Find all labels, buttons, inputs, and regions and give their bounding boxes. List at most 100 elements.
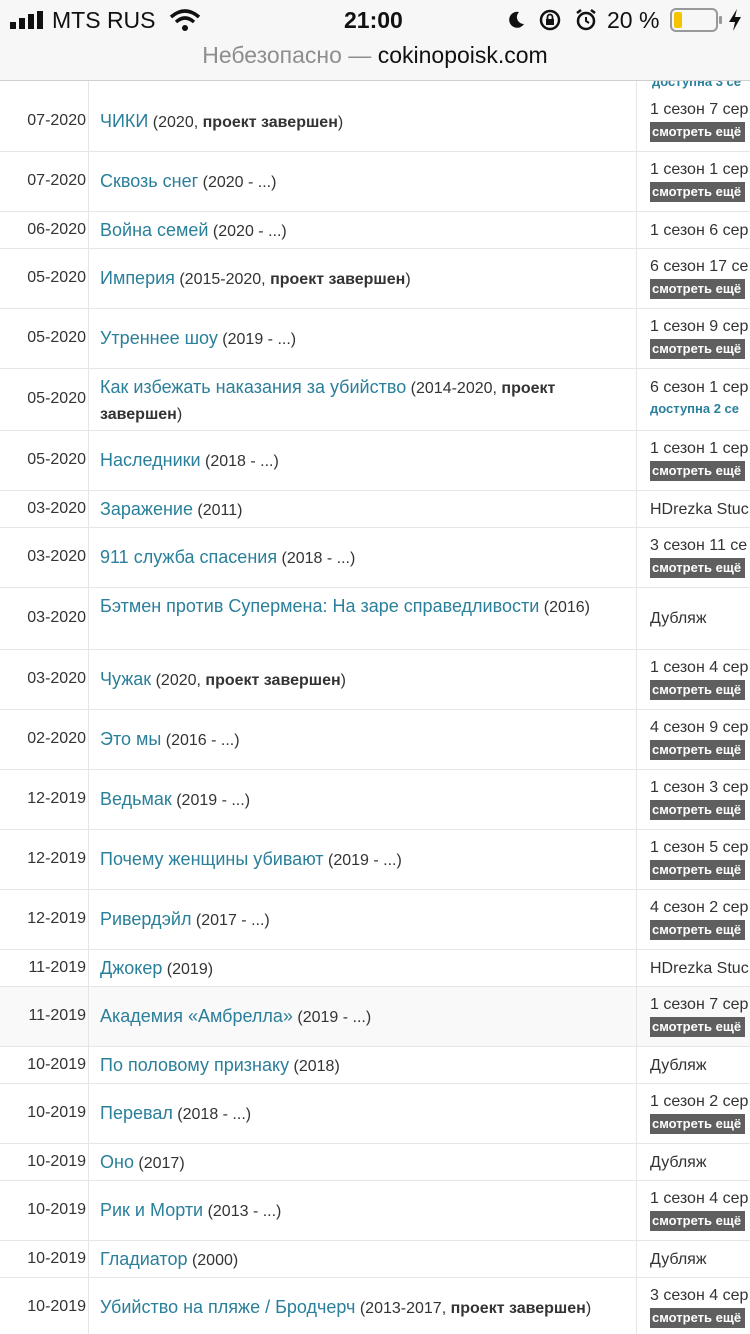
title-cell: Перевал (2018 - ...) [100, 1101, 632, 1127]
title-year: (2018) [289, 1057, 340, 1075]
availability-label: доступна 2 се [650, 401, 740, 416]
table-row: 02-2020 Это мы (2016 - ...) 4 сезон 9 сер с… [0, 710, 750, 770]
title-link[interactable]: Наследники [100, 450, 201, 470]
release-date: 03-2020 [27, 670, 86, 687]
title-cell: Оно (2017) [100, 1150, 632, 1176]
watch-more-button[interactable]: смотреть ещё [650, 800, 746, 820]
season-info: 1 сезон 5 сер [650, 839, 749, 856]
title-link[interactable]: Бэтмен против Супермена: На заре справед… [100, 596, 539, 616]
info-cell: 1 сезон 2 сер смотреть ещё [650, 1090, 750, 1134]
moon-icon [509, 11, 524, 28]
release-date: 05-2020 [27, 329, 86, 346]
title-link[interactable]: Как избежать наказания за убийство [100, 377, 406, 397]
season-info: 1 сезон 2 сер [650, 1093, 749, 1110]
info-cell: 1 сезон 7 сер смотреть ещё [650, 98, 750, 142]
table-row: 10-2019 Убийство на пляже / Бродчерч (201… [0, 1278, 750, 1334]
battery-icon [670, 8, 722, 32]
info-cell: 1 сезон 1 сер смотреть ещё [650, 437, 750, 481]
title-link[interactable]: 911 служба спасения [100, 547, 277, 567]
watch-more-button[interactable]: смотреть ещё [650, 680, 746, 700]
title-link[interactable]: ЧИКИ [100, 111, 148, 131]
title-link[interactable]: Сквозь снег [100, 171, 198, 191]
title-link[interactable]: Война семей [100, 220, 208, 240]
table-row: 05-2020 Как избежать наказания за убийств… [0, 369, 750, 431]
title-link[interactable]: Гладиатор [100, 1249, 188, 1269]
release-date: 10-2019 [27, 1298, 86, 1315]
release-date: 12-2019 [27, 790, 86, 807]
release-date: 07-2020 [27, 172, 86, 189]
season-info: HDrezka Stuc [650, 500, 749, 518]
info-cell: 6 сезон 1 сер доступна 2 се [650, 376, 750, 418]
title-cell: Как избежать наказания за убийство (2014… [100, 375, 632, 427]
watch-more-button[interactable]: смотреть ещё [650, 339, 746, 359]
watch-more-button[interactable]: смотреть ещё [650, 279, 746, 299]
clock-time: 21:00 [344, 7, 403, 33]
title-cell: Убийство на пляже / Бродчерч (2013-2017,… [100, 1295, 632, 1321]
title-cell: 911 служба спасения (2018 - ...) [100, 545, 632, 571]
title-year: (2013-2017, [355, 1300, 451, 1317]
title-year: (2019 - ...) [323, 852, 402, 869]
title-link[interactable]: Это мы [100, 729, 161, 749]
title-year: (2015-2020, [174, 271, 271, 288]
watch-more-button[interactable]: смотреть ещё [650, 740, 746, 760]
title-link[interactable]: Ведьмак [100, 789, 172, 809]
watch-more-button[interactable]: смотреть ещё [650, 122, 746, 142]
watch-more-button[interactable]: смотреть ещё [650, 1114, 746, 1134]
season-info: 6 сезон 1 сер [650, 379, 749, 396]
title-link[interactable]: Перевал [100, 1103, 173, 1123]
title-year-close: ) [337, 114, 344, 131]
title-year: (2020, [151, 672, 206, 689]
watch-more-button[interactable]: смотреть ещё [650, 558, 746, 578]
title-link[interactable]: Рик и Морти [100, 1200, 203, 1220]
release-date: 05-2020 [27, 390, 86, 407]
status-completed: проект завершен [270, 271, 406, 288]
watch-more-button[interactable]: смотреть ещё [650, 860, 746, 880]
title-cell: Джокер (2019) [100, 956, 632, 982]
title-link[interactable]: Убийство на пляже / Бродчерч [100, 1297, 355, 1317]
title-year-close: ) [405, 271, 411, 288]
column-divider [88, 81, 89, 1334]
title-cell: Это мы (2016 - ...) [100, 727, 632, 753]
title-cell: Заражение (2011) [100, 497, 632, 523]
watch-more-button[interactable]: смотреть ещё [650, 182, 746, 202]
watch-more-button[interactable]: смотреть ещё [650, 461, 746, 481]
status-completed: проект завершен [202, 114, 338, 131]
info-cell: 1 сезон 6 сер [650, 219, 750, 243]
season-info: Дубляж [650, 1250, 707, 1268]
title-link[interactable]: Утреннее шоу [100, 328, 218, 348]
title-cell: Почему женщины убивают (2019 - ...) [100, 847, 632, 873]
title-cell: Чужак (2020, проект завершен) [100, 667, 632, 693]
title-link[interactable]: Джокер [100, 958, 162, 978]
status-completed: проект завершен [205, 672, 341, 689]
title-link[interactable]: Чужак [100, 669, 151, 689]
watch-more-button[interactable]: смотреть ещё [650, 1211, 746, 1231]
title-cell: Война семей (2020 - ...) [100, 218, 632, 244]
season-info: 1 сезон 4 сер [650, 1190, 749, 1207]
table-row: 07-2020 Сквозь снег (2020 - ...) 1 сезон 1… [0, 152, 750, 212]
release-date: 10-2019 [27, 1055, 86, 1073]
insecure-label: Небезопасно — [202, 42, 378, 68]
watch-more-button[interactable]: смотреть ещё [650, 1017, 746, 1037]
release-date: 10-2019 [27, 1249, 86, 1267]
carrier-label: MTS RUS [52, 7, 156, 33]
address-bar[interactable]: Небезопасно — cokinopoisk.com [0, 40, 750, 81]
table-row: 05-2020 Наследники (2018 - ...) 1 сезон 1 … [0, 431, 750, 491]
title-link[interactable]: По половому признаку [100, 1055, 289, 1075]
watch-more-button[interactable]: смотреть ещё [650, 1308, 746, 1328]
table-row: 12-2019 Почему женщины убивают (2019 - ..… [0, 830, 750, 890]
watch-more-button[interactable]: смотреть ещё [650, 920, 746, 940]
title-link[interactable]: Ривердэйл [100, 909, 191, 929]
title-link[interactable]: Заражение [100, 499, 193, 519]
title-year: (2019 - ...) [171, 792, 251, 809]
table-row: 10-2019 По половому признаку (2018) Дубляж [0, 1047, 750, 1084]
season-info: Дубляж [650, 1056, 707, 1074]
title-link[interactable]: Оно [100, 1152, 134, 1172]
title-link[interactable]: Империя [100, 268, 175, 288]
season-info: 1 сезон 4 сер [650, 659, 749, 676]
table-row: 12-2019 Ведьмак (2019 - ...) 1 сезон 3 сер… [0, 770, 750, 830]
title-cell: Империя (2015-2020, проект завершен) [100, 266, 632, 292]
title-link[interactable]: Почему женщины убивают [100, 849, 324, 869]
table-row: 10-2019 Оно (2017) Дубляж [0, 1144, 750, 1181]
release-date: 02-2020 [27, 730, 86, 747]
title-link[interactable]: Академия «Амбрелла» [100, 1006, 293, 1026]
